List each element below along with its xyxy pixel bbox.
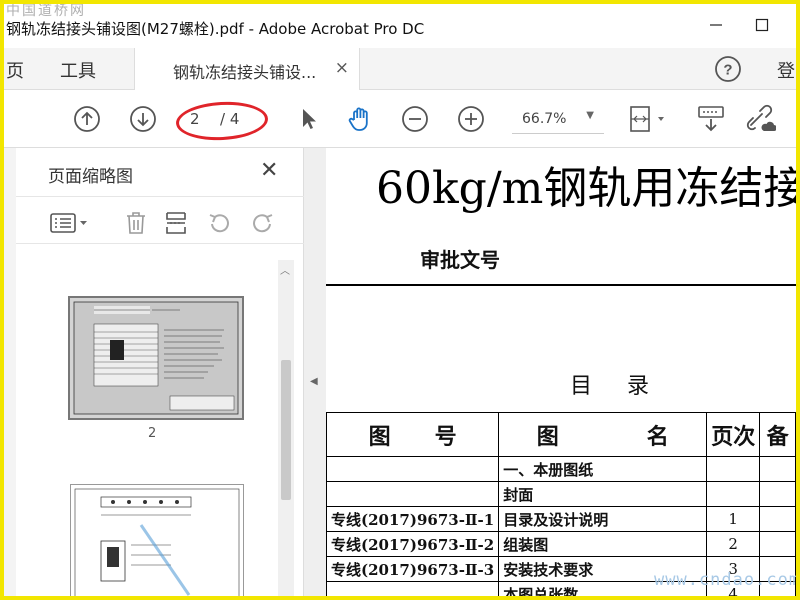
- share-link-button[interactable]: [746, 104, 776, 134]
- insert-pages-icon: [166, 212, 186, 234]
- divider-line: [326, 284, 796, 286]
- minimize-icon: [710, 24, 722, 26]
- zoom-out-button[interactable]: [400, 104, 430, 134]
- rotate-right-button[interactable]: [248, 209, 276, 237]
- scroll-mode-button[interactable]: [696, 104, 726, 134]
- tab-home[interactable]: 页: [6, 57, 24, 83]
- document-tab-label: 钢轨冻结接头铺设...: [173, 63, 317, 82]
- scrollbar-thumb[interactable]: [281, 360, 291, 500]
- row-page: 2: [706, 531, 761, 557]
- hand-tool-button[interactable]: [346, 104, 376, 134]
- rotate-left-button[interactable]: [206, 209, 234, 237]
- thumbnail-toolbar: [16, 196, 304, 244]
- chevron-down-icon: ▼: [586, 110, 594, 121]
- close-panel-button[interactable]: ✕: [260, 158, 278, 183]
- table-row: 一、本册图纸: [326, 456, 796, 482]
- app-window: 中国道桥网 钢轨冻结接头铺设图(M27螺栓).pdf - Adobe Acrob…: [0, 0, 800, 600]
- tab-bar: 页 工具 钢轨冻结接头铺设... × ? 登: [4, 48, 796, 90]
- row-name: 组装图: [498, 531, 708, 557]
- table-row: 封面: [326, 481, 796, 507]
- row-number: 专线(2017)9673-Ⅱ-1: [326, 506, 500, 532]
- header-drawing-name: 图 名: [498, 412, 708, 457]
- row-number: 专线(2017)9673-Ⅱ-3: [326, 556, 500, 582]
- maximize-icon: [755, 18, 769, 32]
- thumbnail-preview: [74, 488, 240, 596]
- cursor-arrow-icon: [303, 109, 316, 129]
- delete-page-button[interactable]: [122, 209, 150, 237]
- select-tool-button[interactable]: [294, 104, 324, 134]
- row-name: 封面: [498, 481, 708, 507]
- help-button[interactable]: ?: [714, 55, 742, 83]
- options-menu-button[interactable]: [48, 209, 92, 237]
- site-url-watermark: www.cndao.com: [654, 570, 800, 590]
- options-list-icon: [50, 213, 87, 233]
- collapse-left-icon[interactable]: ◀: [310, 376, 318, 387]
- minus-circle-icon: [402, 106, 428, 132]
- row-extra: [759, 506, 796, 532]
- thumbnail-scrollbar[interactable]: ︿: [278, 260, 294, 596]
- insert-page-button[interactable]: [162, 209, 190, 237]
- previous-page-button[interactable]: [72, 104, 102, 134]
- zoom-in-button[interactable]: [456, 104, 486, 134]
- document-title: 60kg/m钢轨用冻结接: [376, 163, 796, 214]
- header-page: 页次: [706, 412, 761, 457]
- arrow-down-circle-icon: [130, 106, 156, 132]
- title-bar: 中国道桥网 钢轨冻结接头铺设图(M27螺栓).pdf - Adobe Acrob…: [4, 4, 796, 48]
- zoom-value: 66.7%: [522, 111, 567, 127]
- document-view: 60kg/m钢轨用冻结接 审批文号 目 录 图 号 图 名 页次 备 一、本册图…: [326, 148, 796, 596]
- trash-icon: [127, 212, 145, 234]
- thumbnail-preview: [73, 301, 239, 415]
- table-row: 专线(2017)9673-Ⅱ-1 目录及设计说明 1: [326, 506, 796, 532]
- header-drawing-number: 图 号: [326, 412, 500, 457]
- row-page: [706, 456, 761, 482]
- zoom-level-dropdown[interactable]: 66.7% ▼: [512, 106, 604, 134]
- keyboard-scroll-icon: [698, 106, 724, 132]
- arrow-up-circle-icon: [74, 106, 100, 132]
- main-toolbar: 2 / 4 66.7% ▼: [4, 90, 796, 148]
- toc-header-row: 图 号 图 名 页次 备: [326, 412, 796, 457]
- row-page: 1: [706, 506, 761, 532]
- close-tab-button[interactable]: ×: [335, 58, 349, 78]
- row-number: 专线(2017)9673-Ⅱ-2: [326, 531, 500, 557]
- row-name: 一、本册图纸: [498, 456, 708, 482]
- rotate-clockwise-icon: [253, 214, 273, 233]
- plus-circle-icon: [458, 106, 484, 132]
- approval-number-label: 审批文号: [420, 248, 500, 272]
- table-row: 专线(2017)9673-Ⅱ-2 组装图 2: [326, 531, 796, 557]
- panel-collapse-bar[interactable]: ◀: [304, 148, 326, 596]
- svg-text:?: ?: [723, 62, 732, 79]
- tab-document[interactable]: 钢轨冻结接头铺设... ×: [134, 48, 360, 90]
- site-watermark: 中国道桥网: [6, 3, 86, 19]
- link-cloud-icon: [746, 104, 776, 131]
- toc-title: 目 录: [570, 374, 663, 399]
- row-number: [326, 456, 500, 482]
- row-extra: [759, 481, 796, 507]
- thumbnail-page-number: 2: [148, 426, 157, 441]
- row-name: 目录及设计说明: [498, 506, 708, 532]
- rotate-counterclockwise-icon: [209, 214, 229, 233]
- thumbnail-page-3[interactable]: [70, 484, 244, 596]
- thumbnail-page-2[interactable]: 2: [68, 296, 244, 441]
- sign-in-label[interactable]: 登: [777, 57, 795, 83]
- hand-icon: [348, 107, 368, 131]
- fit-page-icon: [630, 106, 664, 132]
- maximize-button[interactable]: [742, 10, 782, 40]
- left-tool-strip: [4, 148, 16, 596]
- row-page: [706, 481, 761, 507]
- minimize-button[interactable]: [696, 10, 736, 40]
- scroll-up-icon[interactable]: ︿: [280, 262, 290, 277]
- thumbnail-list: 2: [16, 258, 278, 596]
- row-number: [326, 581, 500, 596]
- tab-tools[interactable]: 工具: [60, 57, 96, 83]
- page-fit-button[interactable]: [626, 104, 670, 134]
- window-title: 钢轨冻结接头铺设图(M27螺栓).pdf - Adobe Acrobat Pro…: [6, 20, 425, 38]
- help-icon: ?: [715, 56, 741, 82]
- row-extra: [759, 531, 796, 557]
- header-remarks: 备: [759, 412, 796, 457]
- row-number: [326, 481, 500, 507]
- row-extra: [759, 456, 796, 482]
- next-page-button[interactable]: [128, 104, 158, 134]
- page-thumbnails-panel: 页面缩略图 ✕ 2 ︿: [16, 148, 304, 596]
- panel-title: 页面缩略图: [48, 167, 133, 187]
